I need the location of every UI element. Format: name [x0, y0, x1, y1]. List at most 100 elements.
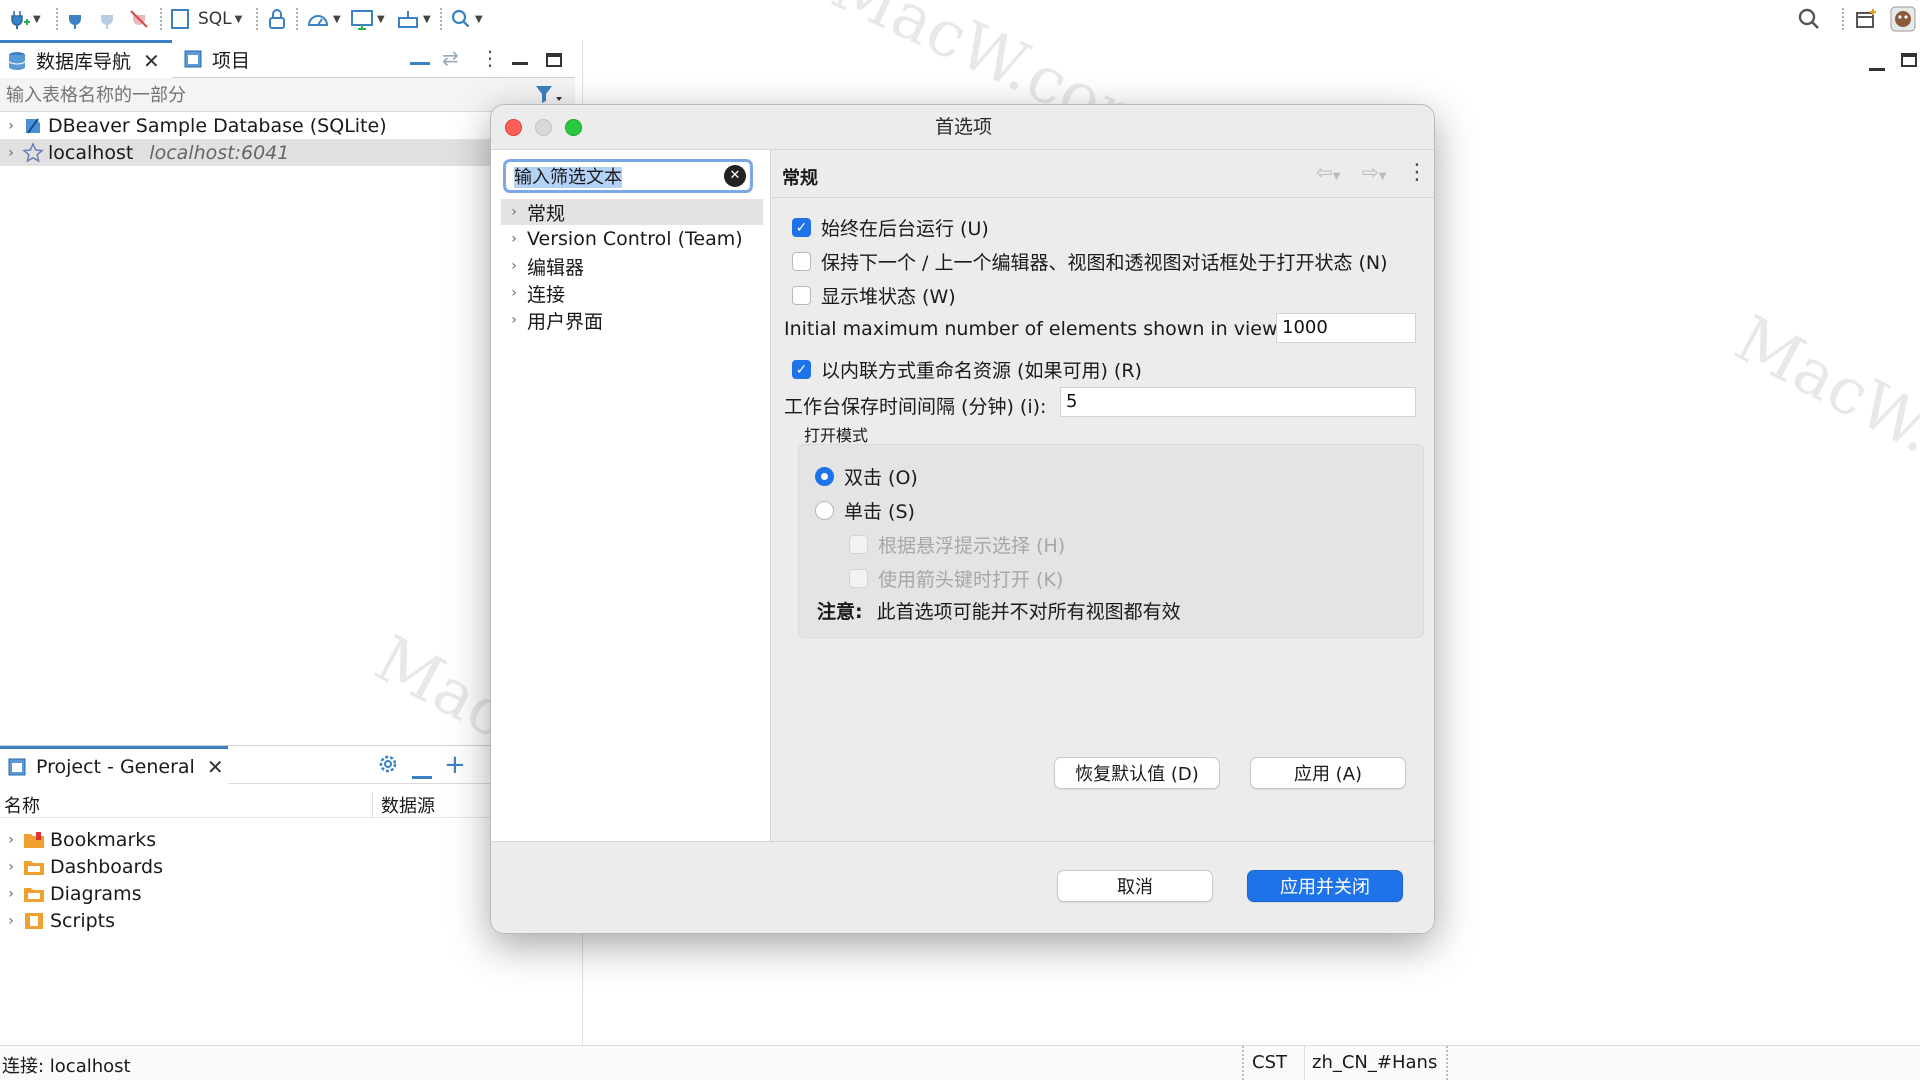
view-menu-button[interactable]: ⋮ — [480, 46, 500, 70]
page-menu-button[interactable]: ⋮ — [1406, 160, 1428, 185]
save-interval-input[interactable]: 5 — [1060, 387, 1416, 417]
global-search-button[interactable] — [1796, 6, 1822, 32]
column-header-datasource[interactable]: 数据源 — [372, 792, 435, 818]
minimize-window-button[interactable] — [535, 119, 552, 136]
tab-projects[interactable]: 项目 — [176, 40, 296, 78]
chevron-right-icon[interactable]: › — [0, 886, 22, 902]
close-icon[interactable]: ✕ — [207, 755, 224, 779]
minimize-icon — [512, 62, 528, 65]
category-user-interface[interactable]: › 用户界面 — [501, 307, 763, 333]
keep-next-prev-option[interactable]: 保持下一个 / 上一个编辑器、视图和透视图对话框处于打开状态 (N) — [792, 248, 1388, 275]
chevron-right-icon[interactable]: › — [501, 231, 527, 247]
chevron-right-icon[interactable]: › — [0, 913, 22, 929]
preferences-filter-box[interactable]: 输入筛选文本 ✕ — [503, 159, 753, 193]
link-with-editor-button[interactable]: ⇄ — [442, 46, 459, 70]
dashboard-button[interactable]: ▼ — [306, 6, 341, 32]
cancel-button[interactable]: 取消 — [1057, 870, 1213, 902]
minimize-icon — [1869, 68, 1885, 71]
double-click-radio[interactable] — [815, 467, 834, 486]
close-window-button[interactable] — [505, 119, 522, 136]
chevron-right-icon[interactable]: › — [0, 118, 22, 134]
project-tabs: Project - General ✕ + — [0, 746, 575, 784]
chevron-right-icon[interactable]: › — [0, 832, 22, 848]
transaction-mode-button[interactable] — [266, 6, 288, 32]
dashboard-folder-icon — [22, 856, 46, 878]
tree-row-localhost[interactable]: › localhost localhost:6041 — [0, 139, 575, 166]
project-icon — [6, 756, 28, 778]
disconnect-all-button[interactable] — [128, 6, 150, 32]
minimize-view-button[interactable] — [1869, 54, 1885, 76]
compare-button[interactable]: ▼ — [396, 6, 431, 32]
tree-row-sample-db[interactable]: › DBeaver Sample Database (SQLite) — [0, 112, 575, 139]
option-label: 使用箭头键时打开 (K) — [878, 569, 1064, 591]
category-version-control[interactable]: › Version Control (Team) — [501, 226, 763, 252]
category-editors[interactable]: › 编辑器 — [501, 253, 763, 279]
tab-database-navigator[interactable]: 数据库导航 ✕ — [0, 40, 172, 78]
chevron-right-icon[interactable]: › — [501, 312, 527, 328]
double-click-option[interactable]: 双击 (O) — [815, 463, 918, 490]
show-heap-option[interactable]: 显示堆状态 (W) — [792, 282, 956, 309]
chevron-right-icon[interactable]: › — [0, 145, 22, 161]
lock-icon — [266, 8, 288, 30]
always-run-background-checkbox[interactable]: ✓ — [792, 218, 811, 237]
category-connections[interactable]: › 连接 — [501, 280, 763, 306]
chevron-down-icon: ▼ — [377, 13, 385, 25]
list-item[interactable]: › Scripts — [0, 907, 575, 934]
save-interval-label: 工作台保存时间间隔 (分钟) (i): — [784, 396, 1047, 418]
perspective-button[interactable] — [1854, 6, 1878, 32]
maximize-view-button[interactable] — [1901, 50, 1917, 72]
show-heap-checkbox[interactable] — [792, 286, 811, 305]
clear-filter-icon[interactable]: ✕ — [724, 165, 746, 187]
minimize-view-button[interactable] — [512, 48, 528, 70]
list-item[interactable]: › Dashboards — [0, 853, 575, 880]
list-item[interactable]: › Diagrams — [0, 880, 575, 907]
search-button[interactable]: ▼ — [450, 6, 483, 32]
chevron-right-icon[interactable]: › — [501, 258, 527, 274]
git-button[interactable]: ▼ — [350, 6, 385, 32]
maximize-view-button[interactable] — [546, 50, 562, 72]
disconnect-button[interactable] — [96, 6, 118, 32]
connect-button[interactable] — [64, 6, 86, 32]
table-filter-input[interactable] — [6, 81, 526, 109]
apply-button[interactable]: 应用 (A) — [1250, 757, 1406, 789]
chevron-down-icon: ▼ — [33, 13, 41, 25]
chevron-down-icon: ▼ — [333, 13, 341, 25]
chevron-right-icon[interactable]: › — [501, 204, 527, 220]
filter-input-text[interactable]: 输入筛选文本 — [514, 163, 622, 189]
collapse-all-button[interactable] — [410, 48, 430, 70]
back-button[interactable]: ⇦▼ — [1316, 160, 1340, 184]
keep-next-prev-checkbox[interactable] — [792, 252, 811, 271]
category-label: 编辑器 — [527, 256, 585, 279]
inline-rename-option[interactable]: ✓ 以内联方式重命名资源 (如果可用) (R) — [792, 356, 1142, 383]
configure-button[interactable] — [376, 752, 400, 781]
new-connection-button[interactable]: ▼ — [8, 6, 41, 32]
plug-disconnect-icon — [96, 8, 118, 30]
single-click-option[interactable]: 单击 (S) — [815, 497, 915, 524]
single-click-radio[interactable] — [815, 501, 834, 520]
chevron-right-icon[interactable]: › — [0, 859, 22, 875]
dialog-titlebar[interactable]: 首选项 — [491, 105, 1434, 149]
category-general[interactable]: › 常规 — [501, 199, 763, 225]
column-header-name[interactable]: 名称 — [4, 792, 40, 818]
tab-project-general[interactable]: Project - General ✕ — [0, 746, 228, 784]
navigator-filter-bar — [0, 78, 575, 112]
initial-max-input[interactable]: 1000 — [1276, 313, 1416, 343]
timezone-status: CST — [1252, 1052, 1287, 1073]
restore-defaults-button[interactable]: 恢复默认值 (D) — [1054, 757, 1220, 789]
category-label: 用户界面 — [527, 310, 604, 333]
chevron-right-icon[interactable]: › — [501, 285, 527, 301]
always-run-background-option[interactable]: ✓ 始终在后台运行 (U) — [792, 214, 989, 241]
sql-editor-button[interactable]: SQL ▼ — [170, 6, 242, 32]
hover-select-checkbox — [849, 535, 868, 554]
maximize-icon — [1901, 53, 1917, 67]
dbeaver-perspective-button[interactable] — [1890, 6, 1916, 32]
inline-rename-checkbox[interactable]: ✓ — [792, 360, 811, 379]
add-button[interactable]: + — [444, 750, 466, 780]
maximize-window-button[interactable] — [565, 119, 582, 136]
collapse-all-button[interactable] — [412, 762, 432, 784]
close-icon[interactable]: ✕ — [143, 49, 160, 73]
forward-button[interactable]: ⇨▼ — [1362, 160, 1386, 184]
apply-and-close-button[interactable]: 应用并关闭 — [1247, 870, 1403, 902]
chevron-down-icon: ▼ — [423, 13, 431, 25]
list-item[interactable]: › Bookmarks — [0, 826, 575, 853]
